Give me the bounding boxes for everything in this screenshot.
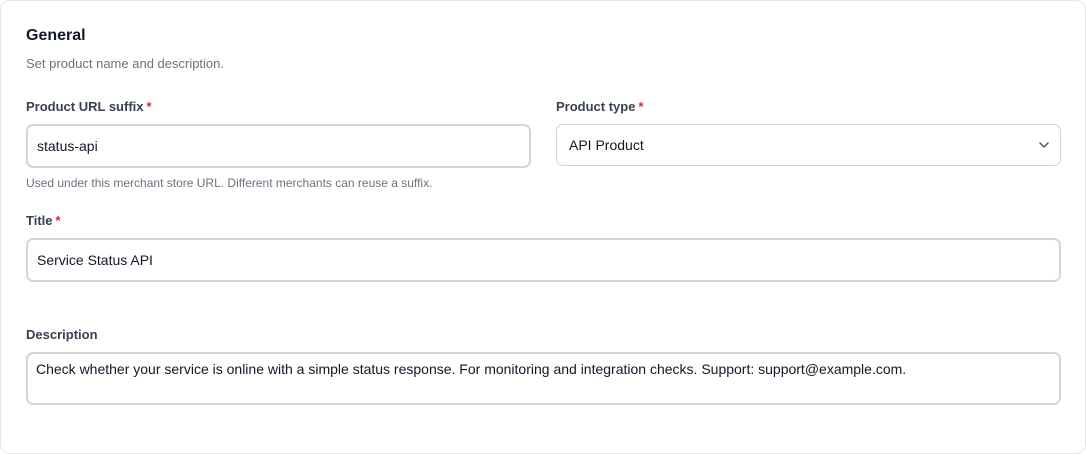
description-textarea[interactable]: Check whether your service is online wit… [26, 352, 1061, 405]
description-label-text: Description [26, 327, 98, 342]
required-marker: * [146, 99, 152, 114]
section-subtitle: Set product name and description. [26, 56, 225, 71]
chevron-down-icon [1039, 142, 1049, 148]
required-marker: * [55, 213, 61, 228]
url-suffix-input[interactable] [26, 124, 531, 168]
title-label: Title * [26, 213, 61, 228]
title-label-text: Title [26, 213, 53, 228]
general-settings-card: General Set product name and description… [0, 0, 1086, 454]
url-suffix-hint: Used under this merchant store URL. Diff… [26, 176, 433, 190]
title-input[interactable] [26, 238, 1061, 282]
product-type-label: Product type * [556, 99, 644, 114]
product-type-label-text: Product type [556, 99, 636, 114]
required-marker: * [638, 99, 644, 114]
product-type-select[interactable]: API Product [556, 124, 1061, 166]
url-suffix-label: Product URL suffix * [26, 99, 152, 114]
section-title: General [26, 27, 86, 44]
description-label: Description [26, 327, 98, 342]
url-suffix-label-text: Product URL suffix [26, 99, 144, 114]
product-type-selected-value: API Product [569, 137, 644, 153]
